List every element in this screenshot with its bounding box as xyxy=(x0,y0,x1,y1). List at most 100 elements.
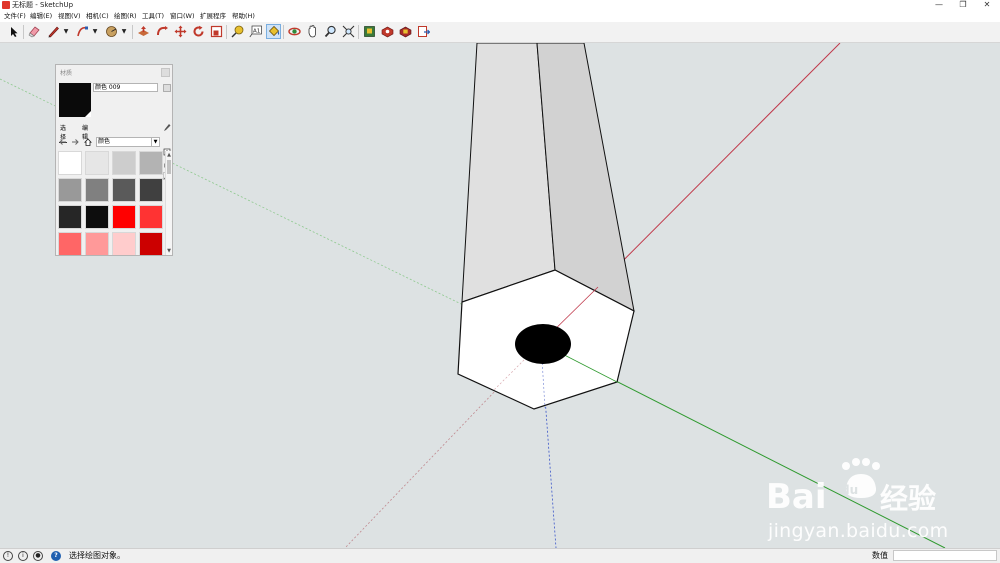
measurements-input[interactable] xyxy=(893,550,997,561)
panel-close-button[interactable] xyxy=(161,68,170,77)
scroll-thumb[interactable] xyxy=(167,160,171,174)
material-preview[interactable] xyxy=(59,83,91,117)
menu-camera[interactable]: 相机(C) xyxy=(86,12,109,21)
back-button[interactable] xyxy=(58,137,67,147)
zoom-extents-tool-button[interactable] xyxy=(341,24,356,39)
swatch-scrollbar[interactable]: ▲ ▼ xyxy=(165,151,172,255)
menu-edit[interactable]: 编辑(E) xyxy=(30,12,52,21)
material-swatch[interactable] xyxy=(58,205,82,229)
chevron-down-icon[interactable]: ▼ xyxy=(121,24,127,39)
push-pull-tool-button[interactable] xyxy=(136,24,151,39)
svg-text:Bai: Bai xyxy=(766,477,827,517)
toolbar-separator xyxy=(226,25,227,39)
shape-tool-button[interactable] xyxy=(104,24,119,39)
baidu-logo-icon: Bai 经验 du xyxy=(766,458,936,517)
material-swatch[interactable] xyxy=(58,151,82,175)
restore-button[interactable]: ❐ xyxy=(951,0,975,11)
material-swatch[interactable] xyxy=(58,178,82,202)
menu-extensions[interactable]: 扩展程序 xyxy=(200,12,226,21)
toolbar-separator xyxy=(23,25,24,39)
home-button[interactable] xyxy=(83,137,92,147)
status-bar: ! i ● ? 选择绘图对象。 数值 xyxy=(0,548,1000,563)
material-swatch[interactable] xyxy=(112,205,136,229)
user-account-icon[interactable]: ● xyxy=(33,551,43,561)
chevron-down-icon[interactable]: ▼ xyxy=(63,24,69,39)
material-swatch[interactable] xyxy=(112,232,136,255)
zoom-tool-button[interactable] xyxy=(323,24,338,39)
move-icon xyxy=(174,25,187,38)
material-swatch[interactable] xyxy=(85,178,109,202)
scroll-up-icon[interactable]: ▲ xyxy=(166,151,172,159)
material-swatch[interactable] xyxy=(139,205,163,229)
toolbar-separator xyxy=(132,25,133,39)
eraser-tool-button[interactable] xyxy=(27,24,42,39)
material-swatch-grid xyxy=(58,151,165,255)
extension-warehouse-button[interactable] xyxy=(380,24,395,39)
menu-window[interactable]: 窗口(W) xyxy=(170,12,195,21)
help-icon[interactable]: ? xyxy=(51,551,61,561)
menu-tools[interactable]: 工具(T) xyxy=(142,12,164,21)
svg-text:A1: A1 xyxy=(253,29,260,35)
move-tool-button[interactable] xyxy=(173,24,188,39)
arc-tool-button[interactable] xyxy=(75,24,90,39)
rotate-tool-button[interactable] xyxy=(191,24,206,39)
forward-button[interactable] xyxy=(70,137,79,147)
zoom-extents-icon xyxy=(342,25,355,38)
material-swatch[interactable] xyxy=(58,232,82,255)
send-layout-icon xyxy=(418,26,430,37)
text-tool-button[interactable]: A1 xyxy=(248,24,263,39)
scale-icon xyxy=(210,25,223,38)
minimize-button[interactable]: — xyxy=(927,0,951,11)
material-swatch[interactable] xyxy=(112,178,136,202)
chevron-down-icon[interactable]: ▼ xyxy=(92,24,98,39)
geo-location-icon[interactable]: ! xyxy=(3,551,13,561)
secondary-pane-icon xyxy=(162,83,171,92)
menu-view[interactable]: 视图(V) xyxy=(58,12,81,21)
credits-icon[interactable]: i xyxy=(18,551,28,561)
pencil-line-icon xyxy=(48,26,59,38)
menu-draw[interactable]: 绘图(R) xyxy=(114,12,137,21)
close-button[interactable]: ✕ xyxy=(975,0,999,11)
materials-panel: 材质 颜色 009 选择 编辑 颜色 ▼ ▲ ▼ xyxy=(55,64,173,256)
material-swatch[interactable] xyxy=(85,232,109,255)
black-circle-face[interactable] xyxy=(515,324,571,364)
display-secondary-button[interactable] xyxy=(162,83,171,92)
sample-paint-button[interactable] xyxy=(162,123,171,132)
material-swatch[interactable] xyxy=(139,151,163,175)
tape-measure-icon xyxy=(231,25,244,38)
line-tool-button[interactable] xyxy=(46,24,61,39)
3d-warehouse-button[interactable] xyxy=(362,24,377,39)
rotate-icon xyxy=(193,25,204,37)
shape-icon xyxy=(106,26,117,37)
material-swatch[interactable] xyxy=(85,151,109,175)
paint-bucket-icon xyxy=(268,25,280,37)
send-to-layout-button[interactable] xyxy=(416,24,431,39)
select-icon xyxy=(10,26,17,37)
menu-help[interactable]: 帮助(H) xyxy=(232,12,255,21)
title-bar: 无标题 - SketchUp — ❐ ✕ xyxy=(0,0,1000,11)
menu-file[interactable]: 文件(F) xyxy=(4,12,26,21)
scale-tool-button[interactable] xyxy=(209,24,224,39)
scroll-down-icon[interactable]: ▼ xyxy=(166,247,172,255)
material-swatch[interactable] xyxy=(139,178,163,202)
components-button[interactable] xyxy=(398,24,413,39)
paint-bucket-tool-button[interactable] xyxy=(266,24,281,39)
material-swatch[interactable] xyxy=(112,151,136,175)
follow-me-tool-button[interactable] xyxy=(155,24,170,39)
material-swatch[interactable] xyxy=(139,232,163,255)
eyedropper-icon xyxy=(163,124,170,131)
zoom-icon xyxy=(324,25,336,38)
select-tool-button[interactable] xyxy=(6,24,21,39)
material-name-field[interactable]: 颜色 009 xyxy=(93,83,158,92)
library-select[interactable]: 颜色 ▼ xyxy=(96,137,160,147)
forward-arrow-icon xyxy=(71,139,79,145)
pan-tool-button[interactable] xyxy=(305,24,320,39)
material-swatch[interactable] xyxy=(85,205,109,229)
baidu-watermark: Bai 经验 du jingyan.baidu.com xyxy=(766,458,956,542)
home-icon xyxy=(83,138,92,146)
arc-icon xyxy=(77,26,88,37)
components-icon xyxy=(399,26,412,38)
chevron-down-icon: ▼ xyxy=(151,138,159,146)
tape-measure-tool-button[interactable] xyxy=(230,24,245,39)
orbit-tool-button[interactable] xyxy=(287,24,302,39)
